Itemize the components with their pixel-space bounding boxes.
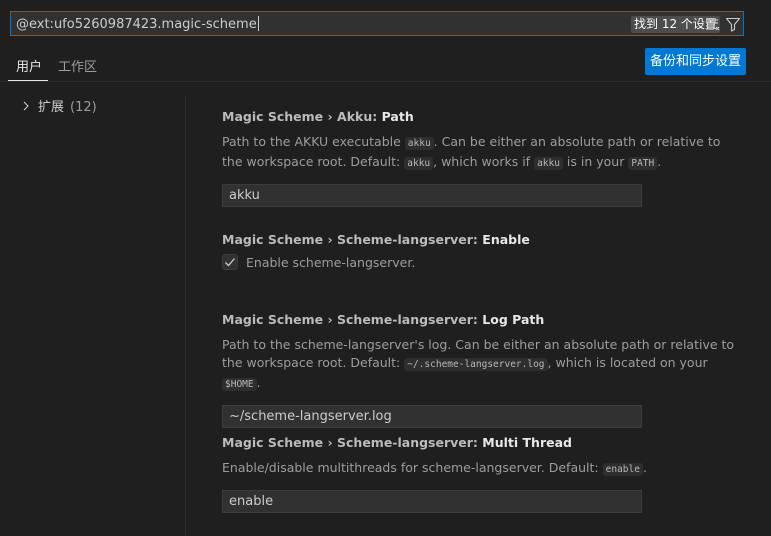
setting-description: Path to the AKKU executable akku. Can be… xyxy=(222,133,742,173)
checkbox-label: Enable scheme-langserver. xyxy=(246,255,416,270)
search-input-value: @ext:ufo5260987423.magic-scheme xyxy=(16,17,257,32)
desc-text: . xyxy=(642,460,647,475)
setting-name: Multi Thread xyxy=(482,435,572,450)
code-snippet: enable xyxy=(602,463,643,476)
code-snippet: akku xyxy=(534,157,563,170)
log-path-input[interactable]: ~/scheme-langserver.log xyxy=(222,405,642,428)
desc-text: , which works if xyxy=(433,154,535,169)
tab-user[interactable]: 用户 xyxy=(16,56,42,75)
setting-title: Magic Scheme › Scheme-langserver: Multi … xyxy=(222,435,742,450)
settings-search-box[interactable]: @ext:ufo5260987423.magic-scheme 找到 12 个设… xyxy=(10,11,744,36)
setting-category: Magic Scheme › Akku: xyxy=(222,109,382,124)
toc-item-count: (12) xyxy=(70,100,97,115)
backup-sync-settings-button[interactable]: 备份和同步设置 xyxy=(645,48,746,75)
checkbox-row: Enable scheme-langserver. xyxy=(222,254,742,272)
setting-description: Path to the scheme-langserver's log. Can… xyxy=(222,336,742,394)
setting-category: Magic Scheme › Scheme-langserver: xyxy=(222,232,483,247)
code-snippet: $HOME xyxy=(222,378,257,391)
setting-description: Enable/disable multithreads for scheme-l… xyxy=(222,459,742,479)
search-input[interactable]: @ext:ufo5260987423.magic-scheme xyxy=(16,16,259,32)
setting-name: Log Path xyxy=(482,312,545,327)
multi-thread-input[interactable]: enable xyxy=(222,490,642,513)
setting-name: Enable xyxy=(482,232,530,247)
setting-category: Magic Scheme › Scheme-langserver: xyxy=(222,435,483,450)
funnel-icon[interactable] xyxy=(725,16,741,32)
code-snippet: ~/.scheme-langserver.log xyxy=(404,358,548,371)
desc-text: Path to the AKKU executable xyxy=(222,134,405,149)
setting-title: Magic Scheme › Scheme-langserver: Log Pa… xyxy=(222,312,742,327)
code-snippet: akku xyxy=(404,137,434,150)
chevron-right-icon xyxy=(20,99,32,111)
setting-langserver-enable: Magic Scheme › Scheme-langserver: Enable… xyxy=(222,232,742,272)
toc-item-extensions[interactable]: 扩展 (12) xyxy=(20,98,97,118)
desc-text: , which is located on your xyxy=(547,355,708,370)
desc-text: . xyxy=(256,375,261,390)
setting-title: Magic Scheme › Scheme-langserver: Enable xyxy=(222,232,742,247)
desc-text: . xyxy=(657,154,662,169)
setting-name: Path xyxy=(381,109,414,124)
filter-list-icon[interactable] xyxy=(705,16,721,32)
code-snippet: akku xyxy=(404,157,434,170)
desc-text: Enable/disable multithreads for scheme-l… xyxy=(222,460,603,475)
toc-separator xyxy=(185,96,186,536)
setting-akku-path: Magic Scheme › Akku: Path Path to the AK… xyxy=(222,109,742,207)
akku-path-input[interactable]: akku xyxy=(222,184,642,207)
setting-langserver-log-path: Magic Scheme › Scheme-langserver: Log Pa… xyxy=(222,312,742,428)
tab-divider xyxy=(0,81,771,82)
enable-checkbox[interactable] xyxy=(222,254,238,270)
desc-text: is in your xyxy=(562,154,629,169)
checkmark-icon xyxy=(225,258,235,267)
toc-item-label: 扩展 xyxy=(38,100,65,115)
code-snippet: PATH xyxy=(628,157,658,170)
setting-category: Magic Scheme › Scheme-langserver: xyxy=(222,312,483,327)
text-caret xyxy=(257,16,259,31)
setting-title: Magic Scheme › Akku: Path xyxy=(222,109,742,124)
tab-workspace[interactable]: 工作区 xyxy=(58,56,97,75)
setting-langserver-multi-thread: Magic Scheme › Scheme-langserver: Multi … xyxy=(222,435,742,513)
